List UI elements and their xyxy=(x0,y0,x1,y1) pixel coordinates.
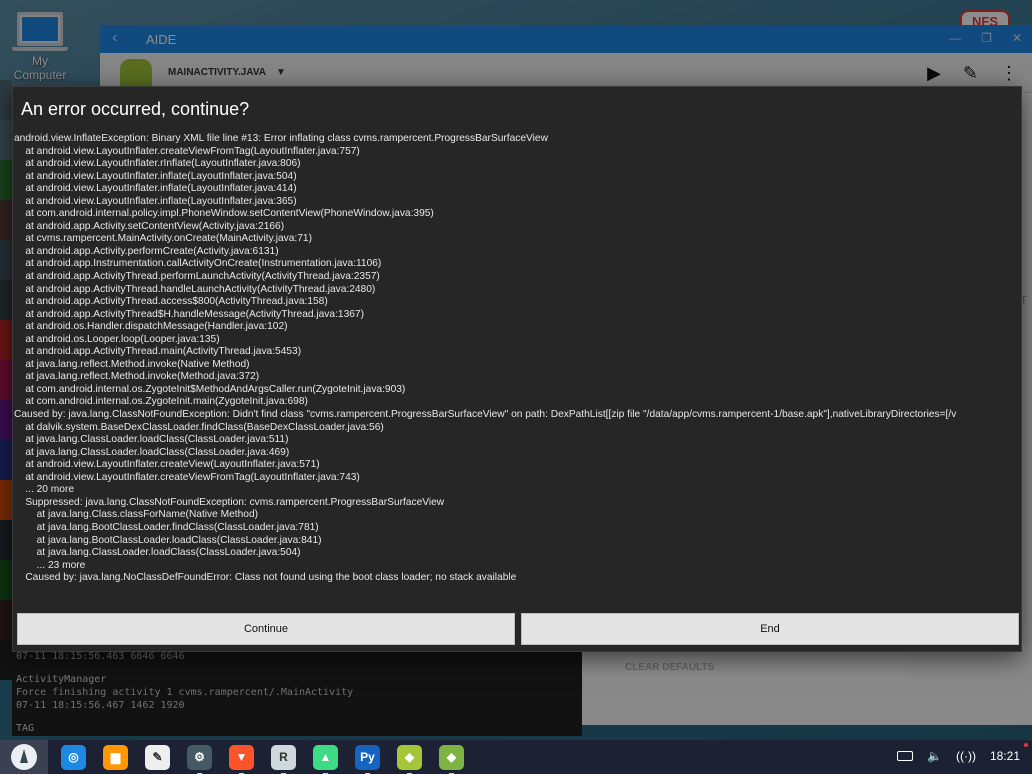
stack-trace-line: at java.lang.ClassLoader.loadClass(Class… xyxy=(14,434,289,446)
end-button[interactable]: End xyxy=(521,613,1019,645)
stack-trace-line: at android.view.LayoutInflater.inflate(L… xyxy=(14,195,297,207)
stack-trace-line: at cvms.rampercent.MainActivity.onCreate… xyxy=(14,233,312,245)
stack-trace-line: at android.view.LayoutInflater.rInflate(… xyxy=(14,158,301,170)
error-dialog: An error occurred, continue? android.vie… xyxy=(12,86,1022,652)
folder-icon[interactable]: ▆ xyxy=(103,744,128,770)
stack-trace-line: Suppressed: java.lang.ClassNotFoundExcep… xyxy=(14,496,445,508)
stack-trace-line: android.view.InflateException: Binary XM… xyxy=(14,133,548,144)
android-icon[interactable]: ◆ xyxy=(397,744,422,774)
stack-trace-line: at com.android.internal.os.ZygoteInit.ma… xyxy=(14,396,308,408)
stack-trace-line: at android.view.LayoutInflater.createVie… xyxy=(14,459,320,471)
stack-trace-text: android.view.InflateException: Binary XM… xyxy=(13,133,1021,603)
notes-icon[interactable]: ✎ xyxy=(145,744,170,770)
volume-icon[interactable]: 🔈 xyxy=(927,749,942,763)
continue-button[interactable]: Continue xyxy=(17,613,515,645)
stack-trace-line: at android.view.LayoutInflater.createVie… xyxy=(14,471,360,483)
stack-trace-line: at android.os.Handler.dispatchMessage(Ha… xyxy=(14,321,288,333)
stack-trace-line: at android.app.Activity.performCreate(Ac… xyxy=(14,245,279,257)
system-tray: 🔈 ((·)) 18:21 xyxy=(897,743,1028,763)
stack-trace-line: at android.app.ActivityThread.main(Activ… xyxy=(14,346,302,358)
stack-trace-line: at java.lang.BootClassLoader.loadClass(C… xyxy=(14,534,322,546)
taskbar: ◎ ▆ ✎ ⚙ ▼ R ▲ Py ◆ ◆ 🔈 ((·)) 18:21 xyxy=(0,740,1032,774)
stack-trace-line: at java.lang.Class.classForName(Native M… xyxy=(14,509,259,521)
brave-browser-icon[interactable]: ▼ xyxy=(229,744,254,774)
aide-icon[interactable]: ◆ xyxy=(439,744,464,774)
stack-trace-line: at com.android.internal.os.ZygoteInit$Me… xyxy=(14,383,406,395)
stack-trace-line: ... 20 more xyxy=(14,484,75,496)
stack-trace-line: Caused by: java.lang.ClassNotFoundExcept… xyxy=(14,409,957,421)
stack-trace-line: at com.android.internal.policy.impl.Phon… xyxy=(14,208,434,220)
stack-trace-line: ... 23 more xyxy=(14,559,86,571)
stack-trace-line: at android.os.Looper.loop(Looper.java:13… xyxy=(14,333,220,345)
stack-trace-line: at java.lang.BootClassLoader.findClass(C… xyxy=(14,521,319,533)
stack-trace-line: Caused by: java.lang.NoClassDefFoundErro… xyxy=(14,572,517,584)
android-studio-icon[interactable]: ▲ xyxy=(313,744,338,774)
stack-trace-line: at android.app.ActivityThread.handleLaun… xyxy=(14,283,376,295)
clock[interactable]: 18:21 xyxy=(990,749,1020,763)
stack-trace-line: at java.lang.ClassLoader.loadClass(Class… xyxy=(14,547,301,559)
dialog-button-row: Continue End xyxy=(17,613,1019,645)
start-menu-icon xyxy=(11,744,37,770)
document-viewer-icon[interactable]: R xyxy=(271,744,296,774)
stack-trace-line: at android.app.Activity.setContentView(A… xyxy=(14,220,285,232)
pydroid-icon[interactable]: Py xyxy=(355,744,380,774)
stack-trace-line: at java.lang.reflect.Method.invoke(Nativ… xyxy=(14,358,250,370)
stack-trace-line: at android.view.LayoutInflater.createVie… xyxy=(14,145,360,157)
stack-trace-line: at dalvik.system.BaseDexClassLoader.find… xyxy=(14,421,384,433)
stack-trace-line: at android.app.ActivityThread$H.handleMe… xyxy=(14,308,364,320)
stack-trace-line: at java.lang.reflect.Method.invoke(Metho… xyxy=(14,371,260,383)
start-button[interactable] xyxy=(0,740,48,774)
settings-gear-icon[interactable]: ⚙ xyxy=(187,744,212,774)
stack-trace-line: at java.lang.ClassLoader.loadClass(Class… xyxy=(14,446,290,458)
stack-trace-line: at android.view.LayoutInflater.inflate(L… xyxy=(14,183,297,195)
stack-trace-line: at android.app.Instrumentation.callActiv… xyxy=(14,258,382,270)
notification-dot-icon xyxy=(1024,743,1028,747)
network-icon[interactable]: ((·)) xyxy=(956,749,976,763)
stack-trace-line: at android.view.LayoutInflater.inflate(L… xyxy=(14,170,297,182)
keyboard-icon[interactable] xyxy=(897,751,914,761)
stack-trace-line: at android.app.ActivityThread.access$800… xyxy=(14,296,328,308)
taskbar-apps: ◎ ▆ ✎ ⚙ ▼ R ▲ Py ◆ ◆ xyxy=(61,744,464,774)
globe-icon[interactable]: ◎ xyxy=(61,744,86,770)
dialog-title: An error occurred, continue? xyxy=(21,99,250,119)
stack-trace-line: at android.app.ActivityThread.performLau… xyxy=(14,271,380,283)
